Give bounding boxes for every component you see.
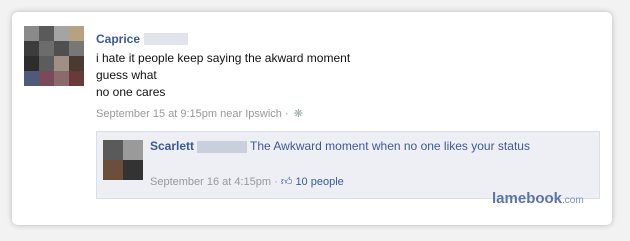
post-author-name[interactable]: Caprice — [96, 32, 140, 46]
gear-icon[interactable]: ❋ — [294, 108, 303, 120]
comment-likes[interactable]: 10 people — [295, 176, 343, 188]
blurred-surname — [144, 32, 189, 45]
avatar-pixel — [123, 140, 143, 160]
avatar-pixel — [39, 26, 54, 41]
avatar-pixel — [54, 26, 69, 41]
avatar-pixel — [123, 160, 143, 180]
avatar-pixel — [54, 71, 69, 86]
comment-text-line: Scarlett The Awkward moment when no one l… — [150, 138, 590, 154]
watermark-logo: lamebook.com — [492, 190, 584, 207]
avatar[interactable] — [24, 26, 84, 86]
comment-meta: September 16 at 4:15pm · 👍︎ 10 people — [150, 175, 344, 188]
avatar-pixel — [39, 71, 54, 86]
meta-separator: · — [284, 108, 289, 120]
avatar-pixel — [103, 140, 123, 160]
post-author-line: Caprice — [96, 30, 189, 48]
post-meta: September 15 at 9:15pm near Ipswich · ❋ — [96, 107, 303, 120]
avatar-pixel — [24, 71, 39, 86]
watermark-main: lamebook — [492, 190, 563, 207]
comment-avatar[interactable] — [103, 140, 143, 180]
thumbs-up-icon[interactable]: 👍︎ — [281, 176, 293, 188]
post-text-line: no one cares — [96, 85, 166, 99]
meta-separator: · — [274, 176, 278, 188]
post-text-line: guess what — [96, 68, 157, 82]
blurred-surname — [197, 140, 248, 153]
avatar-pixel — [69, 41, 84, 56]
post-timestamp[interactable]: September 15 at 9:15pm near Ipswich — [96, 108, 282, 120]
avatar-pixel — [39, 56, 54, 71]
comment-timestamp[interactable]: September 16 at 4:15pm — [150, 176, 271, 188]
avatar-pixel — [39, 41, 54, 56]
comment-author-name[interactable]: Scarlett — [150, 139, 194, 153]
avatar-pixel — [24, 56, 39, 71]
post-text-line: i hate it people keep saying the akward … — [96, 51, 351, 65]
watermark-suffix: .com — [562, 195, 584, 206]
avatar-pixel — [54, 41, 69, 56]
avatar-pixel — [69, 26, 84, 41]
avatar-pixel — [24, 26, 39, 41]
avatar-pixel — [69, 71, 84, 86]
avatar-pixel — [69, 56, 84, 71]
comment-text: The Awkward moment when no one likes you… — [250, 139, 530, 153]
post-text: i hate it people keep saying the akward … — [96, 50, 396, 101]
avatar-pixel — [24, 41, 39, 56]
avatar-pixel — [103, 160, 123, 180]
avatar-pixel — [54, 56, 69, 71]
